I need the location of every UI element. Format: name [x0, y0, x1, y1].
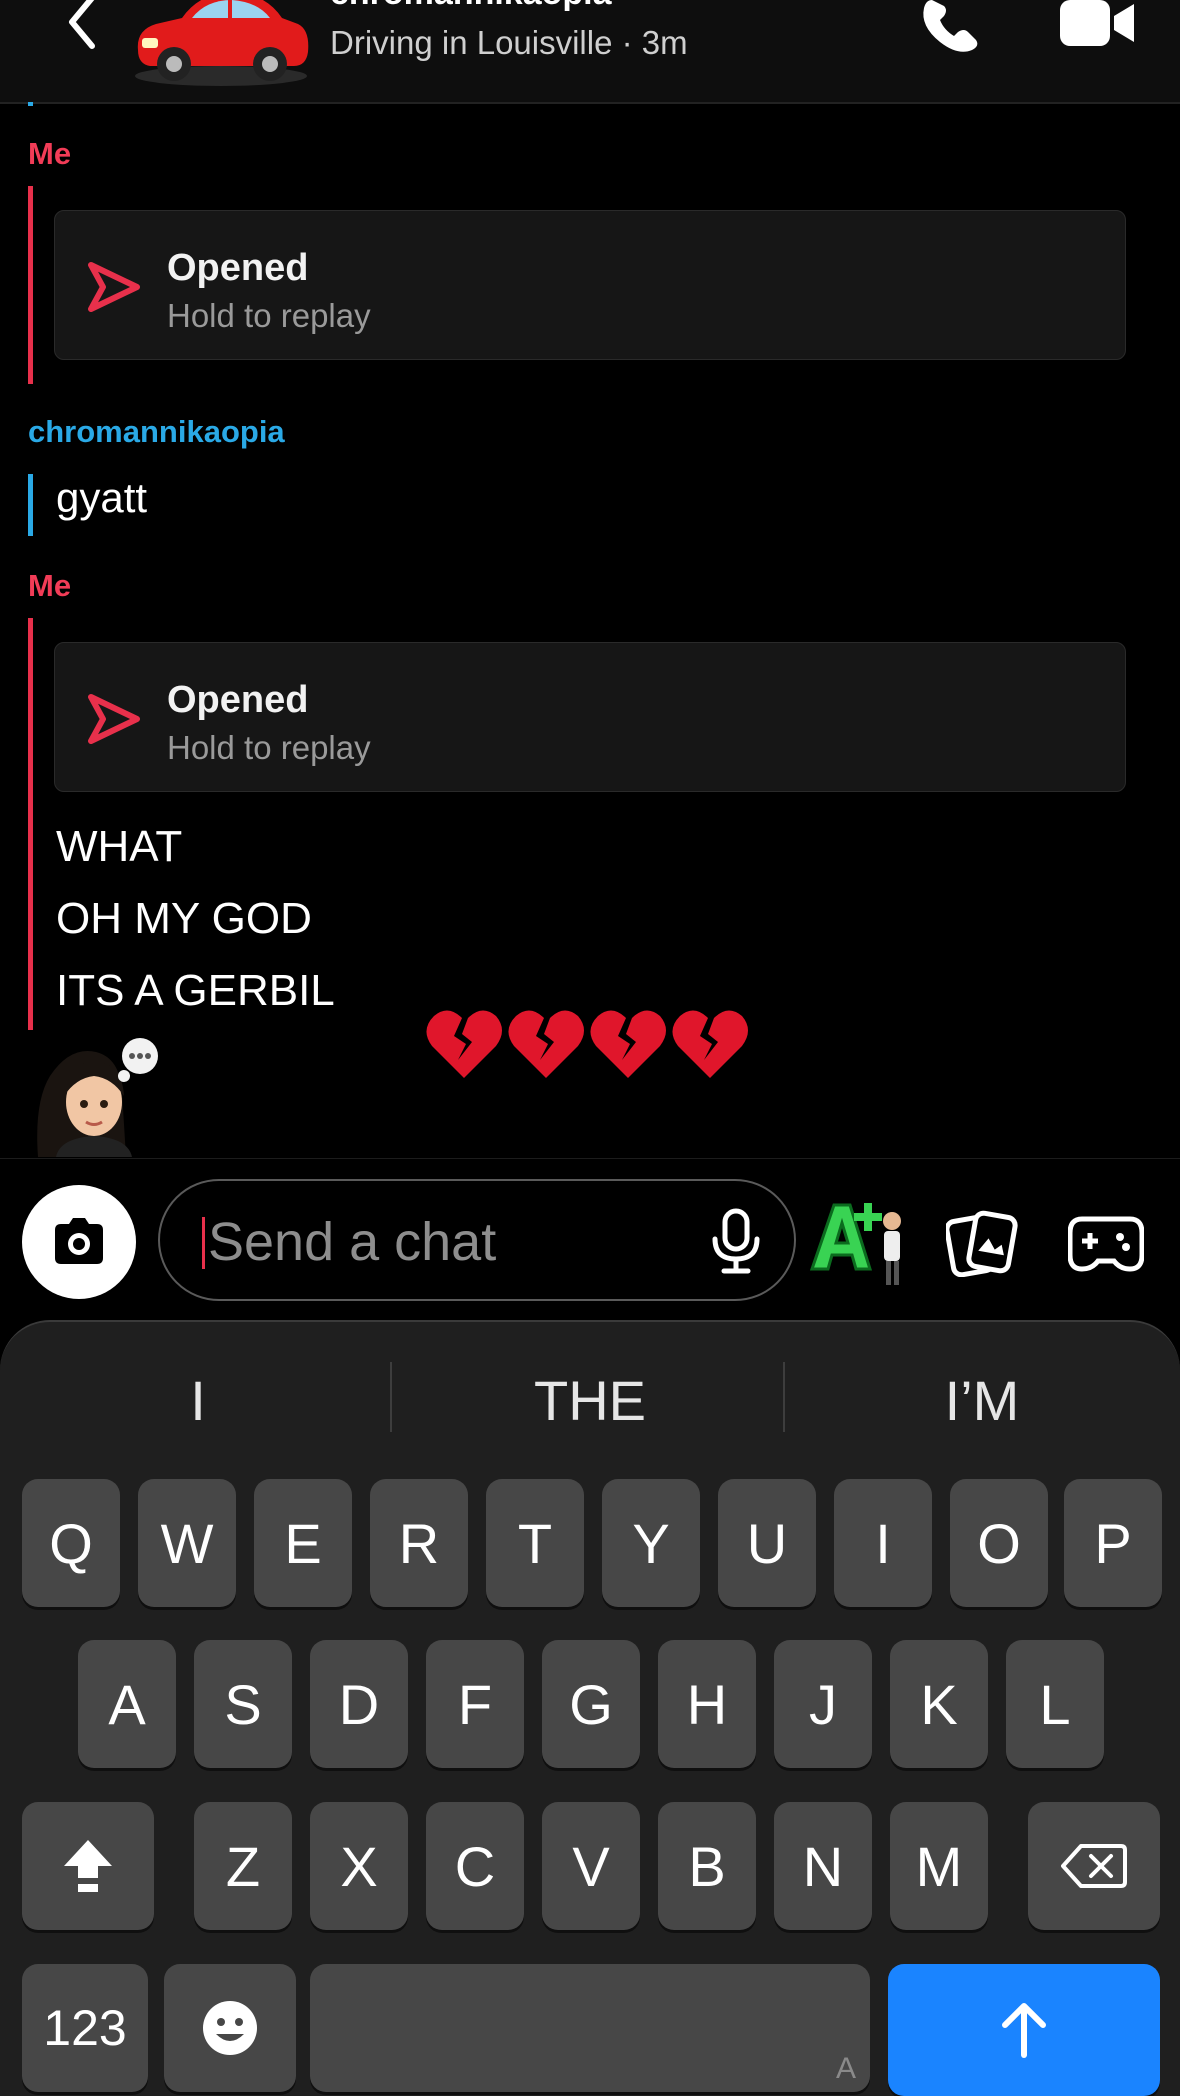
opened-snap[interactable]: Opened Hold to replay — [54, 642, 1126, 792]
key-y[interactable]: Y — [602, 1479, 700, 1607]
opened-snap[interactable]: Opened Hold to replay — [54, 210, 1126, 360]
a-plus-bitmoji-icon[interactable] — [808, 1199, 908, 1289]
opened-snap-arrow-icon — [88, 694, 140, 744]
keyboard: I THE I’M Q W E R T Y U I O P A S D F G … — [0, 1320, 1180, 2096]
game-controller-icon[interactable] — [1068, 1211, 1144, 1273]
key-a[interactable]: A — [78, 1640, 176, 1768]
broken-heart-icon — [672, 1010, 748, 1078]
typing-bitmoji-icon — [37, 1038, 158, 1157]
key-r[interactable]: R — [370, 1479, 468, 1607]
message-bar — [28, 618, 33, 1030]
broken-heart-icon — [426, 1010, 502, 1078]
microphone-icon[interactable] — [708, 1207, 764, 1275]
suggestion-3[interactable]: I’M — [802, 1368, 1162, 1433]
broken-heart-icon — [590, 1010, 666, 1078]
suggestion-divider — [783, 1362, 785, 1432]
key-p[interactable]: P — [1064, 1479, 1162, 1607]
key-w[interactable]: W — [138, 1479, 236, 1607]
emoji-key[interactable] — [164, 1964, 296, 2092]
snap-status: Opened — [167, 247, 309, 289]
text-caret — [202, 1217, 205, 1269]
key-e[interactable]: E — [254, 1479, 352, 1607]
key-m[interactable]: M — [890, 1802, 988, 1930]
sender-label: Me — [28, 568, 72, 603]
key-x[interactable]: X — [310, 1802, 408, 1930]
chat-message[interactable]: WHAT — [56, 822, 182, 872]
video-camera-icon[interactable] — [1058, 0, 1136, 50]
chat-message[interactable]: OH MY GOD — [56, 894, 312, 944]
key-k[interactable]: K — [890, 1640, 988, 1768]
camera-icon — [55, 1218, 103, 1264]
contact-name[interactable]: chromannikaopia — [330, 0, 612, 13]
send-return-key[interactable] — [888, 1964, 1160, 2096]
key-d[interactable]: D — [310, 1640, 408, 1768]
chat-message[interactable]: ITS A GERBIL — [56, 966, 335, 1016]
numbers-key[interactable]: 123 — [22, 1964, 148, 2092]
key-g[interactable]: G — [542, 1640, 640, 1768]
message-bar — [28, 474, 33, 536]
key-n[interactable]: N — [774, 1802, 872, 1930]
key-t[interactable]: T — [486, 1479, 584, 1607]
key-b[interactable]: B — [658, 1802, 756, 1930]
snap-hint: Hold to replay — [167, 729, 371, 766]
sender-label: chromannikaopia — [28, 414, 285, 449]
opened-snap-arrow-icon — [88, 262, 140, 312]
broken-hearts-reaction[interactable] — [424, 1006, 750, 1082]
key-v[interactable]: V — [542, 1802, 640, 1930]
broken-heart-icon — [508, 1010, 584, 1078]
chat-input-bar — [0, 1158, 1180, 1319]
send-chat-input[interactable] — [206, 1203, 670, 1281]
camera-button[interactable] — [22, 1185, 136, 1299]
key-i[interactable]: I — [834, 1479, 932, 1607]
space-key[interactable]: A — [310, 1964, 870, 2092]
key-s[interactable]: S — [194, 1640, 292, 1768]
send-chat-field[interactable] — [158, 1179, 796, 1301]
suggestion-1[interactable]: I — [18, 1368, 378, 1433]
delete-key[interactable] — [1028, 1802, 1160, 1930]
snap-hint: Hold to replay — [167, 297, 371, 334]
key-q[interactable]: Q — [22, 1479, 120, 1607]
stickers-icon[interactable] — [946, 1209, 1020, 1277]
shift-arrow-icon — [64, 1840, 112, 1892]
emoji-smiley-icon — [203, 2001, 257, 2055]
car-bitmoji-icon[interactable] — [126, 0, 316, 90]
shift-key[interactable] — [22, 1802, 154, 1930]
key-f[interactable]: F — [426, 1640, 524, 1768]
contact-status: Driving in Louisville · 3m — [330, 24, 688, 61]
key-l[interactable]: L — [1006, 1640, 1104, 1768]
snap-status: Opened — [167, 679, 309, 721]
key-z[interactable]: Z — [194, 1802, 292, 1930]
backspace-icon — [1061, 1844, 1127, 1888]
key-u[interactable]: U — [718, 1479, 816, 1607]
message-bar — [28, 186, 33, 384]
up-arrow-icon — [1002, 2003, 1046, 2058]
thread-bar — [28, 102, 33, 106]
suggestion-2[interactable]: THE — [410, 1368, 770, 1433]
sender-label: Me — [28, 136, 72, 171]
key-j[interactable]: J — [774, 1640, 872, 1768]
back-chevron-icon[interactable] — [52, 0, 112, 54]
chat-header: chromannikaopia Driving in Louisville · … — [0, 0, 1180, 104]
chat-message[interactable]: gyatt — [56, 474, 147, 522]
space-key-hint: A — [835, 2052, 856, 2085]
phone-icon[interactable] — [918, 0, 982, 56]
key-o[interactable]: O — [950, 1479, 1048, 1607]
suggestion-divider — [390, 1362, 392, 1432]
key-h[interactable]: H — [658, 1640, 756, 1768]
key-c[interactable]: C — [426, 1802, 524, 1930]
